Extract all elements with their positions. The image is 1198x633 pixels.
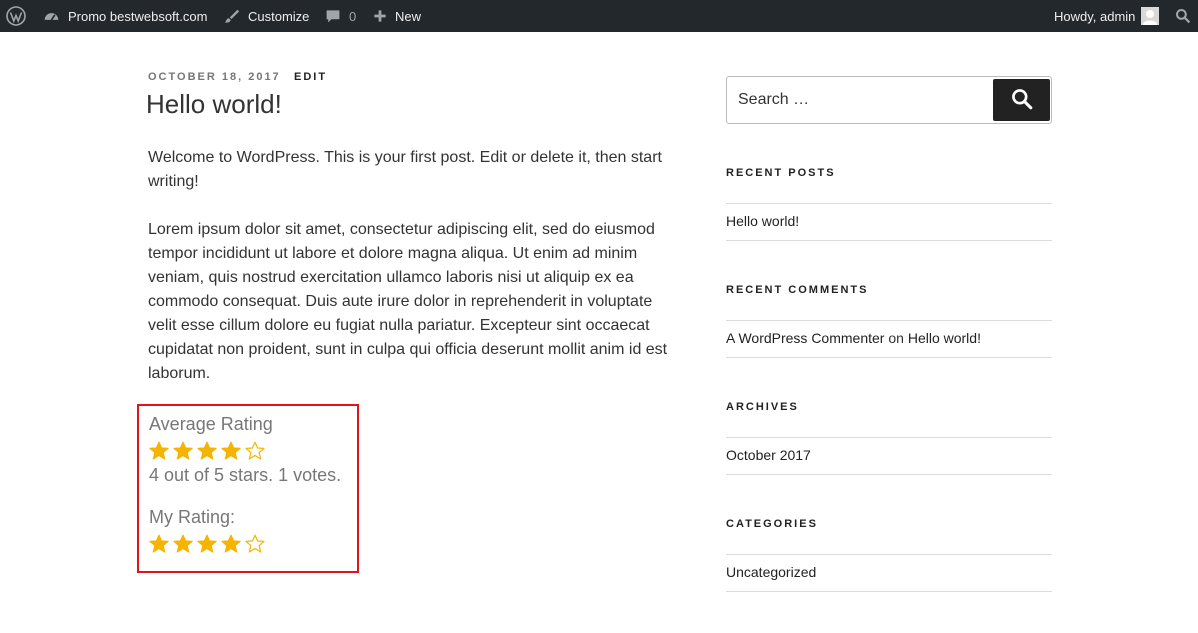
my-account-link[interactable]: Howdy, admin	[1054, 0, 1160, 32]
new-content-link[interactable]: New	[373, 0, 421, 32]
archive-link[interactable]: October 2017	[726, 447, 811, 463]
search-icon	[1175, 8, 1191, 24]
category-link[interactable]: Uncategorized	[726, 564, 816, 580]
comments-count: 0	[349, 8, 357, 24]
greeting-label: Howdy, admin	[1054, 8, 1136, 24]
comment-post-link[interactable]: Hello world!	[908, 330, 981, 346]
search-form	[726, 76, 1052, 124]
divider	[726, 203, 1052, 204]
comment-bubble-icon	[325, 8, 341, 24]
new-label: New	[395, 8, 422, 24]
star-empty-icon	[245, 441, 269, 463]
avatar-icon	[1141, 7, 1160, 25]
star-filled-icon[interactable]	[197, 534, 221, 556]
divider	[726, 240, 1052, 241]
archives-title: ARCHIVES	[726, 401, 799, 413]
post-paragraph: Welcome to WordPress. This is your first…	[148, 149, 662, 190]
divider	[726, 437, 1052, 438]
star-filled-icon	[221, 441, 245, 463]
recent-posts-title: RECENT POSTS	[726, 167, 836, 179]
star-filled-icon[interactable]	[149, 534, 173, 556]
average-rating-stars	[149, 441, 269, 463]
star-filled-icon[interactable]	[173, 534, 197, 556]
star-filled-icon	[197, 441, 221, 463]
search-icon	[1011, 88, 1033, 113]
my-rating-stars[interactable]	[149, 534, 269, 556]
my-rating-label: My Rating:	[149, 507, 236, 527]
divider	[726, 474, 1052, 475]
post-paragraph: Lorem ipsum dolor sit amet, consectetur …	[148, 221, 668, 382]
post-title: Hello world!	[146, 89, 282, 119]
categories-title: CATEGORIES	[726, 518, 818, 530]
recent-comment-item: A WordPress Commenter on Hello world!	[726, 330, 981, 346]
post-date[interactable]: OCTOBER 18, 2017	[148, 71, 281, 83]
star-filled-icon	[173, 441, 197, 463]
site-name-label: Promo bestwebsoft.com	[68, 8, 208, 24]
comments-link[interactable]: 0	[325, 0, 356, 32]
average-rating-label: Average Rating	[149, 414, 273, 434]
divider	[726, 591, 1052, 592]
divider	[726, 357, 1052, 358]
star-filled-icon	[149, 441, 173, 463]
recent-post-link[interactable]: Hello world!	[726, 213, 799, 229]
recent-comments-title: RECENT COMMENTS	[726, 284, 869, 296]
divider	[726, 554, 1052, 555]
star-filled-icon[interactable]	[221, 534, 245, 556]
post-edit-link[interactable]: EDIT	[294, 71, 327, 83]
site-name-link[interactable]: Promo bestwebsoft.com	[43, 0, 207, 32]
rating-summary: 4 out of 5 stars. 1 votes.	[149, 465, 342, 485]
comment-author-link[interactable]: A WordPress Commenter	[726, 330, 884, 346]
customize-link[interactable]: Customize	[223, 0, 309, 32]
admin-bar: Promo bestwebsoft.com Customize 0 New Ho…	[0, 0, 1198, 32]
customize-label: Customize	[248, 8, 310, 24]
paintbrush-icon	[223, 8, 240, 25]
wp-logo-button[interactable]	[6, 0, 34, 32]
dashboard-icon	[43, 8, 60, 25]
plus-icon	[373, 9, 387, 23]
adminbar-search-button[interactable]	[1175, 0, 1191, 32]
search-button[interactable]	[993, 79, 1050, 121]
star-empty-icon[interactable]	[245, 534, 269, 556]
divider	[726, 320, 1052, 321]
comment-on-label: on	[888, 330, 904, 346]
rating-box: Average Rating 4 out of 5 stars. 1 votes…	[137, 404, 359, 573]
search-input[interactable]	[738, 77, 988, 123]
wordpress-logo-icon	[6, 6, 26, 26]
